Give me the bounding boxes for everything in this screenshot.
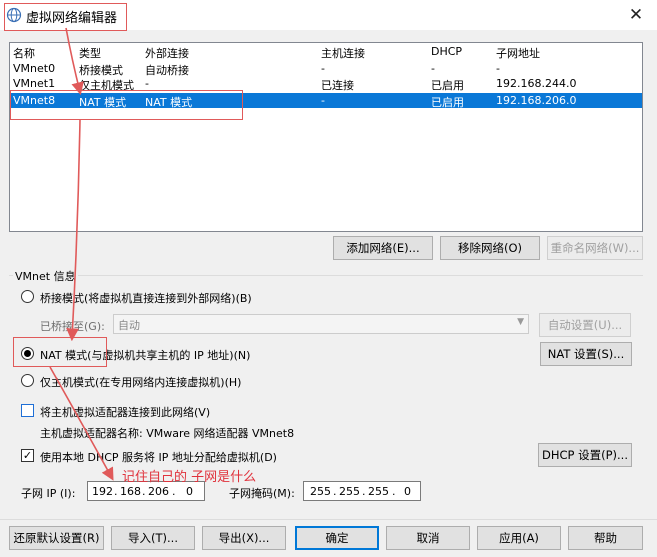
rename-network-button[interactable]: 重命名网络(W)... [547,236,643,260]
cell-dhcp: 已启用 [431,96,464,109]
cell-dhcp: 已启用 [431,79,464,92]
checkmark-icon: ✓ [22,449,33,462]
cancel-button[interactable]: 取消 [386,526,470,550]
table-row[interactable]: VMnet0 桥接模式 自动桥接 - - - [10,61,642,77]
bridged-radio[interactable] [21,290,34,303]
connect-adapter-checkbox[interactable] [21,404,34,417]
mask-octet: 255 [339,485,360,498]
dhcp-settings-button[interactable]: DHCP 设置(P)... [538,443,632,467]
ok-button[interactable]: 确定 [295,526,379,550]
restore-defaults-button[interactable]: 还原默认设置(R) [9,526,104,550]
bridged-radio-label[interactable]: 桥接模式(将虚拟机直接连接到外部网络)(B) [40,290,252,306]
mask-octet: 255 [368,485,389,498]
column-header-external[interactable]: 外部连接 [145,45,189,61]
vmnet-info-group: VMnet 信息 桥接模式(将虚拟机直接连接到外部网络)(B) 已桥接至(G):… [9,268,643,513]
cell-subnet: 192.168.206.0 [496,94,577,107]
vmnet-info-label: VMnet 信息 [13,268,78,284]
use-dhcp-label[interactable]: 使用本地 DHCP 服务将 IP 地址分配给虚拟机(D) [40,449,277,465]
column-header-host[interactable]: 主机连接 [321,45,365,61]
cell-external: - [145,77,149,90]
cell-name: VMnet0 [13,62,56,75]
column-header-dhcp[interactable]: DHCP [431,45,462,58]
bridged-to-value: 自动 [118,319,140,332]
nat-settings-button[interactable]: NAT 设置(S)... [540,342,632,366]
column-header-name[interactable]: 名称 [13,45,35,61]
cell-subnet: - [496,62,500,75]
remove-network-button[interactable]: 移除网络(O) [440,236,540,260]
cell-host: - [321,94,325,107]
host-only-radio-label[interactable]: 仅主机模式(在专用网络内连接虚拟机)(H) [40,374,241,390]
cell-dhcp: - [431,62,435,75]
footer-divider [0,519,657,520]
close-button[interactable]: ✕ [625,4,647,26]
annotation-box-vmnet8 [10,90,243,120]
auto-settings-button[interactable]: 自动设置(U)... [539,313,631,337]
help-button[interactable]: 帮助 [568,526,643,550]
subnet-mask-label: 子网掩码(M): [229,487,295,500]
apply-button[interactable]: 应用(A) [477,526,561,550]
ip-octet: 0 [186,485,193,498]
bridged-to-label: 已桥接至(G): [40,320,105,333]
subnet-ip-label: 子网 IP (I): [21,487,76,500]
column-header-subnet[interactable]: 子网地址 [496,45,540,61]
connect-adapter-label[interactable]: 将主机虚拟适配器连接到此网络(V) [40,404,210,420]
mask-octet: 255 [310,485,331,498]
ip-octet: 192 [92,485,113,498]
table-row[interactable]: VMnet1 仅主机模式 - 已连接 已启用 192.168.244.0 [10,76,642,92]
use-dhcp-checkbox[interactable]: ✓ [21,449,34,462]
column-header-type[interactable]: 类型 [79,45,101,61]
cell-host: - [321,62,325,75]
import-button[interactable]: 导入(T)... [111,526,195,550]
annotation-text: 记住自己的 子网是什么 [122,470,257,485]
bridged-to-select[interactable]: 自动 ▼ [113,314,529,334]
adapter-name-text: 主机虚拟适配器名称: VMware 网络适配器 VMnet8 [40,427,295,440]
cell-subnet: 192.168.244.0 [496,77,577,90]
annotation-box-nat [13,337,107,367]
subnet-mask-input[interactable]: 255 . 255 . 255 . 0 [303,481,421,501]
export-button[interactable]: 导出(X)... [202,526,286,550]
ip-octet: 206 [148,485,169,498]
list-header: 名称 类型 外部连接 主机连接 DHCP 子网地址 [10,43,642,60]
host-only-radio[interactable] [21,374,34,387]
cell-name: VMnet1 [13,77,56,90]
network-list[interactable]: 名称 类型 外部连接 主机连接 DHCP 子网地址 VMnet0 桥接模式 自动… [9,42,643,232]
cell-host: 已连接 [321,79,354,92]
annotation-box-title [4,3,127,31]
mask-octet: 0 [404,485,411,498]
add-network-button[interactable]: 添加网络(E)... [333,236,433,260]
chevron-down-icon: ▼ [517,317,524,327]
ip-octet: 168 [120,485,141,498]
